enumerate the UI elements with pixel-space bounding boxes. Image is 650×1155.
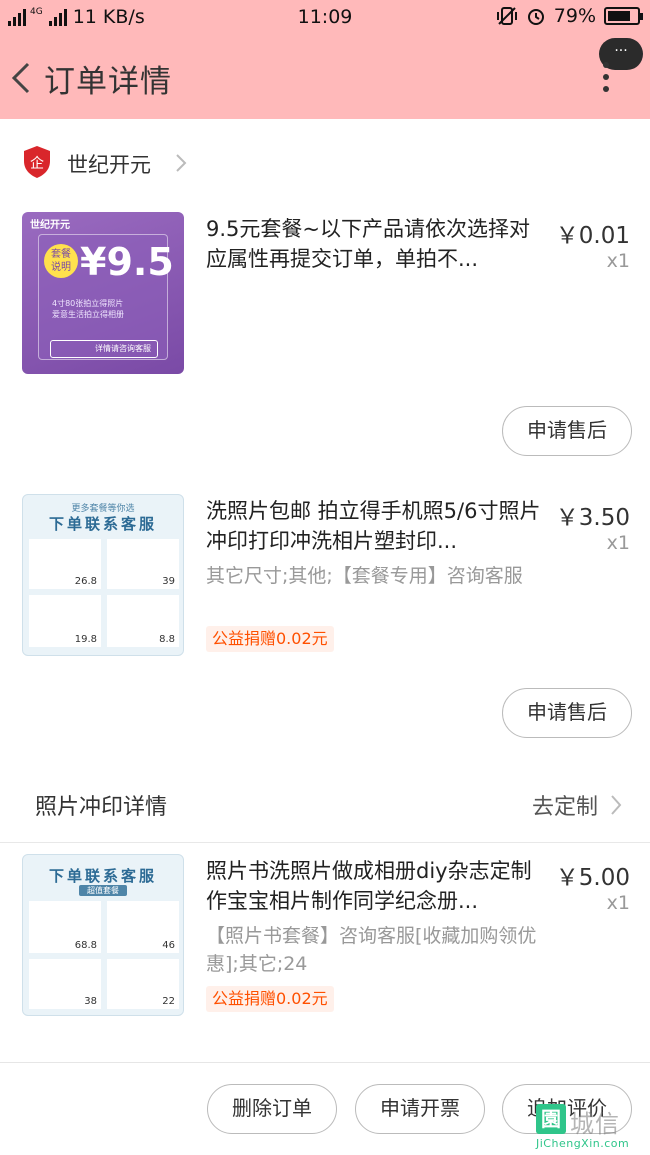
thumb-badge: 套餐 说明 <box>44 244 78 278</box>
watermark-en: JiChengXin.com <box>536 1137 630 1150</box>
thumb-cell-2: 39 <box>107 539 179 589</box>
request-invoice-button[interactable]: 申请开票 <box>355 1084 485 1134</box>
order-item-1: 世纪开元 套餐 说明 ¥9.5 4寸80张拍立得照片 爱意生活拍立得相册 详情请… <box>0 212 650 462</box>
thumb-header: 下单联系客服 <box>48 867 157 885</box>
thumb-cell-3: 38 <box>29 959 101 1009</box>
shop-name: 世纪开元 <box>67 153 151 177</box>
order-item-2: 更多套餐等你选 下单联系客服 26.8 39 19.8 8.8 洗照片包邮 拍立… <box>0 494 650 744</box>
charity-tag: 公益捐赠0.02元 <box>206 986 334 1012</box>
thumb-cell-1: 68.8 <box>29 901 101 953</box>
product-qty: x1 <box>606 250 630 272</box>
product-thumbnail[interactable]: 世纪开元 套餐 说明 ¥9.5 4寸80张拍立得照片 爱意生活拍立得相册 详情请… <box>22 212 184 374</box>
more-vertical-icon[interactable] <box>603 62 611 92</box>
thumb-subtitle: 超值套餐 <box>79 885 127 896</box>
page-title: 订单详情 <box>44 64 172 100</box>
product-title[interactable]: 洗照片包邮 拍立得手机照5/6寸照片冲印打印冲洗相片塑封印... <box>206 496 546 556</box>
top-bar: 4G 11 KB/s 11:09 79% 订单详情 ··· <box>0 0 650 119</box>
section-title: 照片冲印详情 <box>35 795 168 820</box>
photo-print-section[interactable]: 照片冲印详情 去定制 <box>0 775 650 843</box>
charity-tag: 公益捐赠0.02元 <box>206 626 334 652</box>
product-title[interactable]: 9.5元套餐~以下产品请依次选择对应属性再提交订单，单拍不... <box>206 214 546 274</box>
thumb-cell-2: 46 <box>107 901 179 953</box>
thumb-big-price: ¥9.5 <box>80 240 174 284</box>
thumb-badge-bottom: 说明 <box>51 262 71 273</box>
chevron-right-icon <box>176 154 187 172</box>
customize-link[interactable]: 去定制 <box>532 789 598 821</box>
product-price: ￥5.00 <box>555 865 630 891</box>
thumb-price-4: 8.8 <box>159 634 175 645</box>
vibrate-icon <box>496 7 517 25</box>
thumb-brand: 世纪开元 <box>30 220 70 231</box>
delete-order-button[interactable]: 删除订单 <box>207 1084 337 1134</box>
product-price: ￥0.01 <box>555 223 630 249</box>
product-price: ￥3.50 <box>555 505 630 531</box>
watermark-box: 園 <box>536 1104 566 1134</box>
thumb-price-2: 39 <box>162 576 175 587</box>
thumb-price-1: 26.8 <box>74 576 97 587</box>
product-thumbnail[interactable]: 下单联系客服 超值套餐 68.8 46 38 22 <box>22 854 184 1016</box>
shop-logo-icon: 企 <box>24 146 50 178</box>
shop-row[interactable]: 企 世纪开元 <box>0 138 650 188</box>
nav-bar: 订单详情 ··· <box>0 34 650 119</box>
status-right: 79% <box>496 5 643 27</box>
alarm-icon <box>527 9 544 25</box>
thumb-cell-4: 22 <box>107 959 179 1009</box>
thumb-cell-1: 26.8 <box>29 539 101 589</box>
thumb-cell-4: 8.8 <box>107 595 179 647</box>
chevron-right-icon <box>611 795 622 815</box>
thumb-footer: 详情请咨询客服 <box>50 340 158 358</box>
status-bar: 4G 11 KB/s 11:09 79% <box>0 0 650 34</box>
thumb-line-1: 4寸80张拍立得照片 <box>52 299 124 308</box>
battery-icon <box>604 7 643 25</box>
watermark-cn: 城信 <box>570 1110 620 1138</box>
product-qty: x1 <box>606 532 630 554</box>
thumb-header: 下单联系客服 <box>48 515 157 533</box>
product-qty: x1 <box>606 892 630 914</box>
thumb-price-2: 46 <box>162 940 175 951</box>
shop-logo-text: 企 <box>30 155 44 172</box>
after-sales-button[interactable]: 申请售后 <box>502 688 632 738</box>
back-arrow-icon[interactable] <box>6 58 36 98</box>
product-thumbnail[interactable]: 更多套餐等你选 下单联系客服 26.8 39 19.8 8.8 <box>22 494 184 656</box>
thumb-price-4: 22 <box>162 996 175 1007</box>
thumb-line-2: 爱意生活拍立得相册 <box>52 310 124 319</box>
thumb-price-1: 68.8 <box>74 940 97 951</box>
product-title[interactable]: 照片书洗照片做成相册diy杂志定制作宝宝相片制作同学纪念册... <box>206 856 546 916</box>
thumb-badge-top: 套餐 <box>51 249 71 260</box>
battery-percent: 79% <box>553 5 596 27</box>
product-sku: 【照片书套餐】咨询客服[收藏加购领优惠];其它;24 <box>206 925 537 975</box>
thumb-price-3: 38 <box>84 996 97 1007</box>
after-sales-button[interactable]: 申请售后 <box>502 406 632 456</box>
thumb-cell-3: 19.8 <box>29 595 101 647</box>
watermark-logo: 園 城信 JiChengXin.com <box>536 1104 646 1152</box>
product-sku: 其它尺寸;其他;【套餐专用】咨询客服 <box>206 565 523 587</box>
thumb-price-3: 19.8 <box>74 634 97 645</box>
order-item-3: 下单联系客服 超值套餐 68.8 46 38 22 照片书洗照片做成相册diy杂… <box>0 854 650 1054</box>
